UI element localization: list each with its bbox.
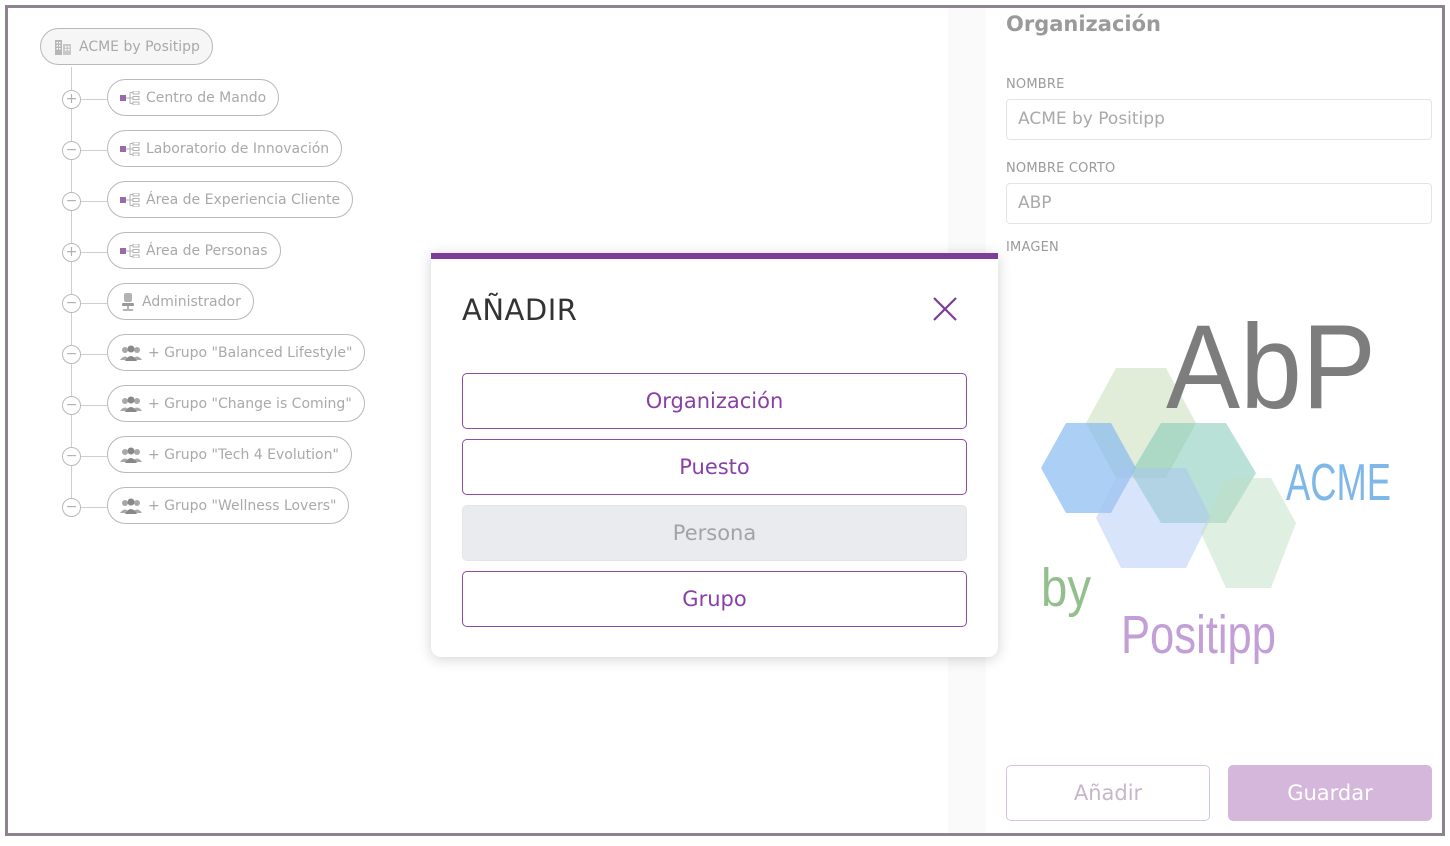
organization-logo-image[interactable]: AbP ACME by Positipp bbox=[1026, 298, 1416, 678]
tree-node-centro-de-mando[interactable]: Centro de Mando bbox=[107, 79, 280, 116]
group-icon bbox=[120, 447, 142, 463]
option-grupo-button[interactable]: Grupo bbox=[462, 571, 967, 627]
name-label: NOMBRE bbox=[1006, 77, 1065, 92]
panel-title: Organización bbox=[1006, 12, 1161, 36]
collapse-toggle-icon[interactable]: − bbox=[62, 192, 81, 211]
expand-toggle-icon[interactable]: + bbox=[62, 90, 81, 109]
tree-node-grupo-tech-4-evolution[interactable]: + Grupo "Tech 4 Evolution" bbox=[107, 436, 352, 473]
short-name-field[interactable]: ABP bbox=[1006, 183, 1432, 224]
tree-connector bbox=[81, 303, 107, 304]
tree-connector bbox=[81, 456, 107, 457]
details-panel: Organización NOMBRE ACME by Positipp NOM… bbox=[986, 8, 1442, 833]
org-unit-icon bbox=[120, 192, 140, 207]
org-unit-icon bbox=[120, 243, 140, 258]
save-button[interactable]: Guardar bbox=[1228, 765, 1432, 821]
tree-node-label: + Grupo "Change is Coming" bbox=[148, 395, 352, 412]
group-icon bbox=[120, 345, 142, 361]
building-icon bbox=[53, 37, 73, 57]
tree-connector bbox=[81, 201, 107, 202]
collapse-toggle-icon[interactable]: − bbox=[62, 498, 81, 517]
expand-toggle-icon[interactable]: + bbox=[62, 243, 81, 262]
org-unit-icon bbox=[120, 90, 140, 105]
logo-brand-text: Positipp bbox=[1121, 605, 1276, 665]
collapse-toggle-icon[interactable]: − bbox=[62, 396, 81, 415]
app-frame: ACME by Positipp + Centro de Mando − Lab… bbox=[5, 5, 1445, 836]
tree-node-label: Centro de Mando bbox=[146, 89, 267, 106]
tree-node-grupo-balanced-lifestyle[interactable]: + Grupo "Balanced Lifestyle" bbox=[107, 334, 366, 371]
name-field[interactable]: ACME by Positipp bbox=[1006, 99, 1432, 140]
tree-connector bbox=[81, 252, 107, 253]
tree-trunk-line bbox=[71, 67, 72, 507]
tree-node-grupo-wellness-lovers[interactable]: + Grupo "Wellness Lovers" bbox=[107, 487, 350, 524]
collapse-toggle-icon[interactable]: − bbox=[62, 345, 81, 364]
tree-node-label: + Grupo "Balanced Lifestyle" bbox=[148, 344, 353, 361]
logo-acme-text: ACME bbox=[1286, 454, 1391, 512]
collapse-toggle-icon[interactable]: − bbox=[62, 447, 81, 466]
tree-node-label: Laboratorio de Innovación bbox=[146, 140, 330, 157]
tree-node-label: Área de Experiencia Cliente bbox=[146, 191, 341, 208]
modal-title: AÑADIR bbox=[462, 293, 578, 327]
option-puesto-button[interactable]: Puesto bbox=[462, 439, 967, 495]
tree-root-label: ACME by Positipp bbox=[79, 38, 200, 55]
tree-node-label: + Grupo "Tech 4 Evolution" bbox=[148, 446, 339, 463]
close-icon[interactable] bbox=[930, 294, 960, 324]
tree-connector bbox=[81, 405, 107, 406]
add-button[interactable]: Añadir bbox=[1006, 765, 1210, 821]
tree-node-label: Área de Personas bbox=[146, 242, 268, 259]
logo-main-text: AbP bbox=[1166, 300, 1376, 434]
org-unit-icon bbox=[120, 141, 140, 156]
tree-node-label: + Grupo "Wellness Lovers" bbox=[148, 497, 337, 514]
tree-node-grupo-change-is-coming[interactable]: + Grupo "Change is Coming" bbox=[107, 385, 365, 422]
tree-connector bbox=[81, 354, 107, 355]
collapse-toggle-icon[interactable]: − bbox=[62, 141, 81, 160]
tree-node-administrador[interactable]: Administrador bbox=[107, 283, 254, 320]
tree-node-area-de-personas[interactable]: Área de Personas bbox=[107, 232, 281, 269]
option-organizacion-button[interactable]: Organización bbox=[462, 373, 967, 429]
option-persona-button: Persona bbox=[462, 505, 967, 561]
tree-node-area-experiencia-cliente[interactable]: Área de Experiencia Cliente bbox=[107, 181, 354, 218]
tree-root-node[interactable]: ACME by Positipp bbox=[40, 28, 213, 65]
logo-by-text: by bbox=[1041, 558, 1091, 618]
tree-node-label: Administrador bbox=[142, 293, 241, 310]
office-chair-icon bbox=[120, 292, 136, 311]
add-modal: AÑADIR Organización Puesto Persona Grupo bbox=[431, 253, 998, 657]
tree-node-laboratorio-de-innovacion[interactable]: Laboratorio de Innovación bbox=[107, 130, 343, 167]
tree-connector bbox=[81, 150, 107, 151]
group-icon bbox=[120, 396, 142, 412]
group-icon bbox=[120, 498, 142, 514]
short-name-label: NOMBRE CORTO bbox=[1006, 161, 1116, 176]
tree-connector bbox=[81, 507, 107, 508]
image-label: IMAGEN bbox=[1006, 240, 1059, 255]
collapse-toggle-icon[interactable]: − bbox=[62, 294, 81, 313]
tree-connector bbox=[81, 99, 107, 100]
